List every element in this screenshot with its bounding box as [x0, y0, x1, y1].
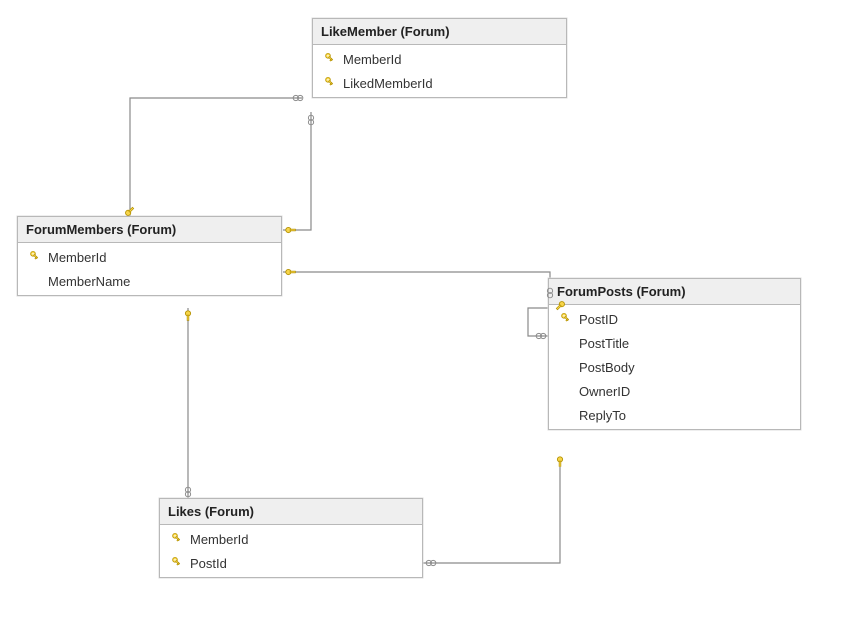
column-name: PostID — [579, 312, 794, 327]
column-name: PostTitle — [579, 336, 794, 351]
table-body: MemberId LikedMemberId — [313, 45, 566, 97]
table-row[interactable]: PostBody — [549, 355, 800, 379]
relationship-many-icon — [304, 113, 318, 127]
table-title: LikeMember (Forum) — [321, 24, 450, 39]
primary-key-icon — [319, 77, 337, 89]
column-name: OwnerID — [579, 384, 794, 399]
table-row[interactable]: MemberId — [18, 245, 281, 269]
table-title: ForumMembers (Forum) — [26, 222, 176, 237]
primary-key-icon — [24, 251, 42, 263]
table-header: ForumPosts (Forum) — [549, 279, 800, 305]
table-forumposts[interactable]: ForumPosts (Forum) PostID PostTitle Post… — [548, 278, 801, 430]
table-body: MemberId MemberName — [18, 243, 281, 295]
primary-key-icon — [166, 557, 184, 569]
column-name: MemberId — [48, 250, 275, 265]
table-body: PostID PostTitle PostBody OwnerID ReplyT… — [549, 305, 800, 429]
relationship-many-icon — [291, 91, 305, 105]
relationship-many-icon — [181, 485, 195, 499]
relationship-many-icon — [534, 329, 548, 343]
column-name: MemberId — [190, 532, 416, 547]
column-name: LikedMemberId — [343, 76, 560, 91]
relationship-key-icon — [181, 309, 195, 323]
column-name: PostBody — [579, 360, 794, 375]
column-name: PostId — [190, 556, 416, 571]
primary-key-icon — [319, 53, 337, 65]
column-name: MemberId — [343, 52, 560, 67]
column-name: MemberName — [48, 274, 275, 289]
table-row[interactable]: LikedMemberId — [313, 71, 566, 95]
table-title: Likes (Forum) — [168, 504, 254, 519]
relationship-many-icon — [424, 556, 438, 570]
table-header: ForumMembers (Forum) — [18, 217, 281, 243]
table-row[interactable]: OwnerID — [549, 379, 800, 403]
relationship-key-icon — [284, 223, 298, 237]
table-row[interactable]: ReplyTo — [549, 403, 800, 427]
table-row[interactable]: PostID — [549, 307, 800, 331]
table-header: Likes (Forum) — [160, 499, 422, 525]
table-row[interactable]: PostTitle — [549, 331, 800, 355]
table-body: MemberId PostId — [160, 525, 422, 577]
table-forummembers[interactable]: ForumMembers (Forum) MemberId MemberName — [17, 216, 282, 296]
table-row[interactable]: MemberId — [313, 47, 566, 71]
primary-key-icon — [166, 533, 184, 545]
table-row[interactable]: MemberName — [18, 269, 281, 293]
table-row[interactable]: PostId — [160, 551, 422, 575]
primary-key-icon — [555, 313, 573, 325]
table-header: LikeMember (Forum) — [313, 19, 566, 45]
relationship-key-icon — [284, 265, 298, 279]
relationship-key-icon — [553, 455, 567, 469]
table-title: ForumPosts (Forum) — [557, 284, 686, 299]
diagram-canvas[interactable]: LikeMember (Forum) MemberId LikedMemberI… — [0, 0, 844, 621]
table-likemember[interactable]: LikeMember (Forum) MemberId LikedMemberI… — [312, 18, 567, 98]
table-row[interactable]: MemberId — [160, 527, 422, 551]
table-likes[interactable]: Likes (Forum) MemberId PostId — [159, 498, 423, 578]
column-name: ReplyTo — [579, 408, 794, 423]
